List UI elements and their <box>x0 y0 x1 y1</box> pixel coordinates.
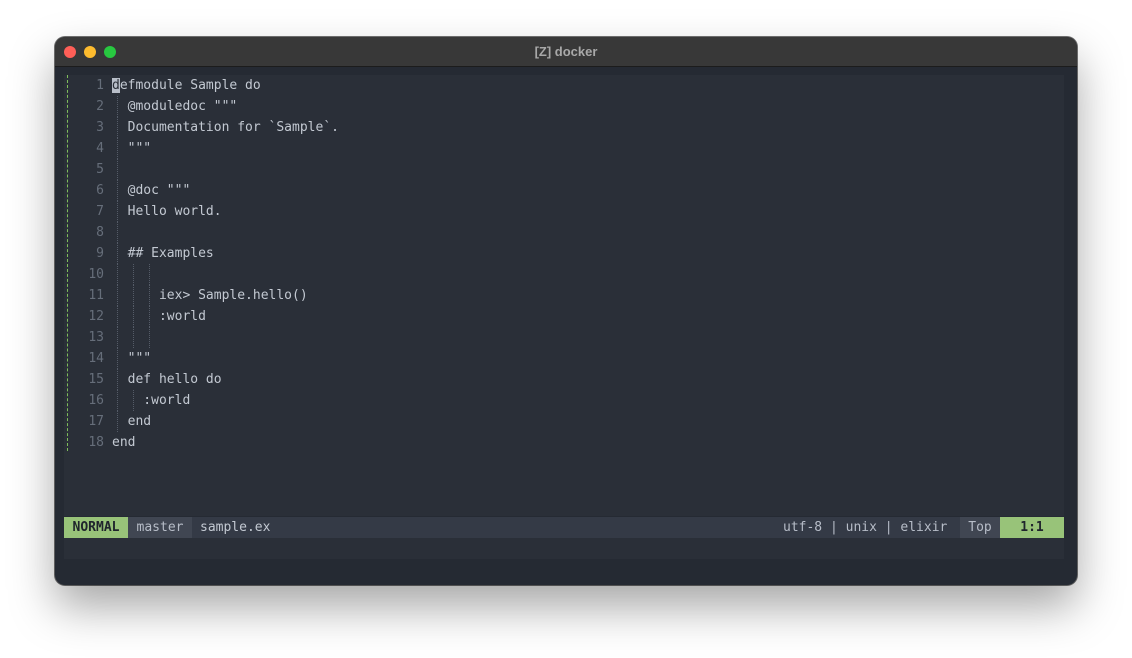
indent-guide <box>133 327 134 348</box>
code-line: 3 Documentation for `Sample`. <box>64 117 1064 138</box>
indent-guide <box>117 159 118 180</box>
line-number: 4 <box>96 141 104 156</box>
line-number: 17 <box>88 414 104 429</box>
code-line: 7 Hello world. <box>64 201 1064 222</box>
code-text: end <box>112 414 152 429</box>
code-text: """ <box>112 351 152 366</box>
code-text: defmodule Sample do <box>112 78 261 93</box>
line-number: 3 <box>96 120 104 135</box>
command-line[interactable] <box>64 538 1064 559</box>
scroll-position: Top <box>960 517 1000 538</box>
line-number: 14 <box>88 351 104 366</box>
indent-guide <box>117 327 118 348</box>
file-info: utf-8 | unix | elixir <box>783 520 948 535</box>
code-text: Hello world. <box>112 204 222 219</box>
code-line: 1 defmodule Sample do <box>64 75 1064 96</box>
line-number: 18 <box>88 435 104 450</box>
code-line: 6 @doc """ <box>64 180 1064 201</box>
code-text: @doc """ <box>112 183 191 198</box>
code-text: @moduledoc """ <box>112 99 238 114</box>
line-number: 1 <box>96 78 104 93</box>
line-number: 12 <box>88 309 104 324</box>
code-line: 15 def hello do <box>64 369 1064 390</box>
line-number: 16 <box>88 393 104 408</box>
line-number: 8 <box>96 225 104 240</box>
terminal-window: [Z] docker 1 defmodule Sample do 2 @module… <box>55 37 1077 585</box>
indent-guide <box>149 327 150 348</box>
file-name: sample.ex <box>200 520 271 535</box>
code-line: 17 end <box>64 411 1064 432</box>
code-text: def hello do <box>112 372 222 387</box>
code-text: Documentation for `Sample`. <box>112 120 339 135</box>
code-text: ## Examples <box>112 246 214 261</box>
line-number: 9 <box>96 246 104 261</box>
line-number: 15 <box>88 372 104 387</box>
window-title: [Z] docker <box>534 44 598 59</box>
code-line: 16 :world <box>64 390 1064 411</box>
git-branch: master <box>128 517 192 538</box>
code-text: :world <box>112 309 206 324</box>
cursor-position: 1:1 <box>1000 517 1064 538</box>
code-line: 18 end <box>64 432 1064 453</box>
line-number: 6 <box>96 183 104 198</box>
code-text: iex> Sample.hello() <box>112 288 308 303</box>
line-number: 11 <box>88 288 104 303</box>
indent-guide <box>117 264 118 285</box>
indent-guide <box>117 222 118 243</box>
code-line: 8 <box>64 222 1064 243</box>
code-editor[interactable]: 1 defmodule Sample do 2 @moduledoc """ 3 Do… <box>64 75 1064 516</box>
mode-indicator: NORMAL <box>64 517 128 538</box>
indent-guide <box>149 264 150 285</box>
code-line: 5 <box>64 159 1064 180</box>
code-line: 2 @moduledoc """ <box>64 96 1064 117</box>
line-number: 10 <box>88 267 104 282</box>
title-bar: [Z] docker <box>55 37 1077 67</box>
status-line: NORMAL master sample.ex utf-8 | unix | e… <box>64 517 1064 538</box>
line-number: 2 <box>96 99 104 114</box>
code-line: 14 """ <box>64 348 1064 369</box>
code-text: """ <box>112 141 152 156</box>
text-cursor: d <box>112 78 120 93</box>
code-line: 9 ## Examples <box>64 243 1064 264</box>
line-number: 7 <box>96 204 104 219</box>
code-line: 10 <box>64 264 1064 285</box>
code-line: 4 """ <box>64 138 1064 159</box>
code-line: 12 :world <box>64 306 1064 327</box>
code-text: :world <box>112 393 191 408</box>
indent-guide <box>133 264 134 285</box>
code-line: 13 <box>64 327 1064 348</box>
line-number: 13 <box>88 330 104 345</box>
code-line: 11 iex> Sample.hello() <box>64 285 1064 306</box>
code-text: end <box>112 435 136 450</box>
line-number: 5 <box>96 162 104 177</box>
